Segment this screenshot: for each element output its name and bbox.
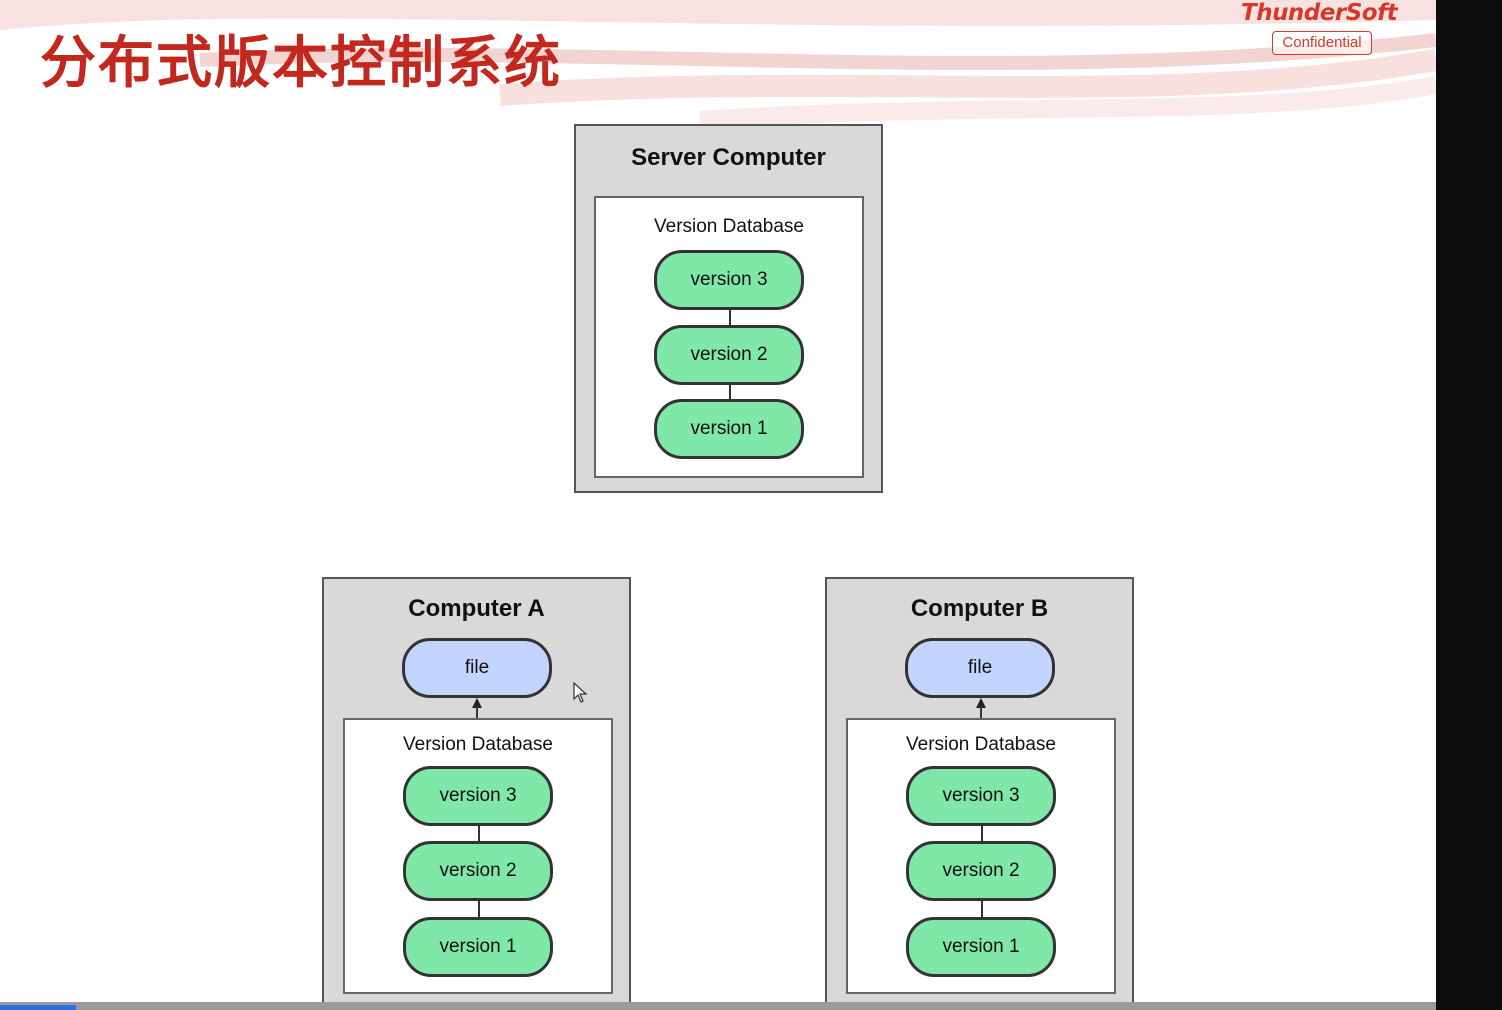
server-version-database-title: Version Database [654,216,804,237]
computer-a-version-2-node: version 2 [403,841,553,901]
mouse-cursor-icon [573,682,588,703]
computer-b-arrow-shaft [980,706,982,718]
computer-a-version-database: Version Database version 3 version 2 ver… [343,718,613,994]
right-black-bar [1436,0,1502,1010]
computer-b-version-database: Version Database version 3 version 2 ver… [846,718,1116,994]
computer-a-version-1-node: version 1 [403,917,553,977]
computer-b-title: Computer B [910,595,1049,622]
computer-a-version-database-title: Version Database [403,734,553,755]
server-computer-box: Server Computer Version Database version… [574,124,883,493]
server-version-database: Version Database version 3 version 2 ver… [594,196,864,478]
thundersoft-logo: ThunderSoft [1241,0,1398,26]
server-version-1-node: version 1 [654,399,804,459]
slide: 分布式版本控制系统 ThunderSoft Confidential Serve… [0,0,1436,1002]
computer-a-box: Computer A file Version Database version… [322,577,631,1002]
computer-b-version-1-node: version 1 [906,917,1056,977]
server-version-3-node: version 3 [654,250,804,310]
computer-a-arrow-shaft [476,706,478,718]
slide-title: 分布式版本控制系统 [40,30,562,96]
computer-a-title: Computer A [408,595,545,622]
video-progress-track[interactable] [0,1002,1436,1010]
computer-b-box: Computer B file Version Database version… [825,577,1134,1002]
computer-b-file-node: file [905,638,1055,698]
computer-b-version-3-node: version 3 [906,766,1056,826]
server-computer-title: Server Computer [631,144,826,171]
confidential-badge: Confidential [1272,31,1372,55]
computer-b-version-2-node: version 2 [906,841,1056,901]
video-progress-fill [0,1005,76,1010]
computer-a-file-node: file [402,638,552,698]
server-version-2-node: version 2 [654,325,804,385]
computer-b-version-database-title: Version Database [906,734,1056,755]
computer-a-version-3-node: version 3 [403,766,553,826]
